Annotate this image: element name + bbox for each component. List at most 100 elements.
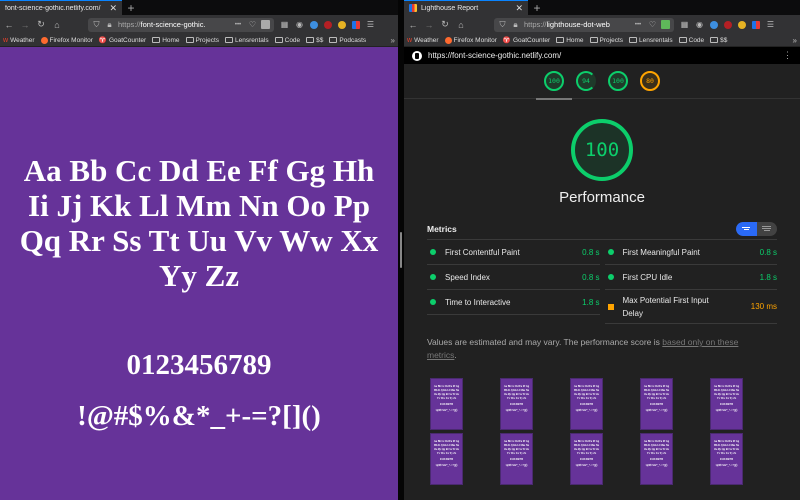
extension-multicolor-icon[interactable] — [752, 20, 760, 29]
score-performance[interactable]: 100 — [536, 71, 572, 100]
bookmark-projects[interactable]: Projects — [589, 37, 623, 44]
bookmarks-bar: w Weather Firefox Monitor ♈ GoatCounter Ho… — [404, 34, 800, 47]
bookmark-firefox-monitor[interactable]: Firefox Monitor — [444, 36, 497, 44]
page-actions-icon[interactable]: ••• — [632, 20, 644, 29]
url-bar[interactable]: ⛉ 🔒︎ https://lighthouse-dot-web ••• ♡ — [494, 17, 674, 32]
tab-font-science[interactable]: font-science-gothic.netlify.com/ ✕ — [0, 0, 122, 15]
hamburger-menu-icon[interactable]: ☰ — [766, 20, 775, 29]
pass-icon — [430, 249, 436, 255]
ublock-icon[interactable] — [324, 20, 332, 29]
pocket-icon[interactable]: ♡ — [248, 20, 257, 29]
pass-icon — [430, 299, 436, 305]
extension-icon[interactable] — [710, 20, 718, 29]
metric-first-cpu-idle: First CPU Idle 1.8 s — [604, 265, 777, 290]
folder-icon — [274, 37, 283, 43]
new-tab-button[interactable]: + — [122, 0, 140, 15]
report-menu-icon[interactable]: ⋮ — [783, 50, 792, 61]
score-seo[interactable]: 80 — [640, 71, 660, 91]
bookmark-weather[interactable]: w Weather — [407, 37, 439, 44]
metrics-view-toggle[interactable] — [736, 221, 778, 236]
forward-icon[interactable]: → — [20, 20, 30, 30]
bookmark-home[interactable]: Home — [152, 37, 180, 44]
metrics-header: Metrics — [427, 218, 777, 240]
lock-icon: 🔒︎ — [107, 19, 112, 29]
pocket-icon[interactable]: ♡ — [648, 20, 657, 29]
bookmark-podcasts[interactable]: Podcasts — [329, 37, 366, 44]
extension-multicolor-icon[interactable] — [352, 20, 360, 29]
home-icon[interactable]: ⌂ — [456, 20, 466, 30]
bookmark-code[interactable]: Code — [678, 37, 704, 44]
hamburger-menu-icon[interactable]: ☰ — [366, 20, 375, 29]
folder-icon — [556, 37, 565, 43]
bookmarks-overflow-icon[interactable]: » — [391, 36, 395, 45]
score-best-practices[interactable]: 100 — [608, 71, 628, 91]
back-icon[interactable]: ← — [4, 20, 14, 30]
expanded-view-icon[interactable] — [757, 222, 778, 236]
extension-gold-icon[interactable] — [738, 20, 746, 29]
symbols-specimen: !@#$%&*_+-=?[]() — [77, 400, 321, 432]
url-host: lighthouse-dot-web — [546, 20, 610, 29]
extension-icon[interactable] — [310, 20, 318, 29]
page-actions-icon[interactable]: ••• — [232, 20, 244, 29]
tab-lighthouse-report[interactable]: Lighthouse Report ✕ — [404, 0, 528, 15]
bookmark-projects[interactable]: Projects — [185, 37, 219, 44]
folder-icon — [629, 37, 638, 43]
reload-icon[interactable]: ↻ — [36, 19, 46, 30]
performance-section: 100 Performance — [404, 119, 800, 206]
tab-strip: Lighthouse Report ✕ + — [404, 0, 800, 15]
nav-bar: ← → ↻ ⌂ ⛉ 🔒︎ https://font-science-gothic… — [0, 15, 398, 34]
shield-icon[interactable]: ⛉ — [92, 20, 101, 29]
filmstrip-frame: Aa Bb Cc Dd Ee Ff Gg Hh Ii Jj Kk Ll Mm N… — [430, 433, 463, 485]
library-icon[interactable]: ▦ — [280, 20, 289, 29]
forward-icon[interactable]: → — [424, 20, 434, 30]
filmstrip-frame: Aa Bb Cc Dd Ee Ff Gg Hh Ii Jj Kk Ll Mm N… — [710, 378, 743, 430]
url-host: font-science-gothic. — [140, 20, 206, 29]
folder-icon — [329, 37, 338, 43]
pass-icon — [430, 274, 436, 280]
bookmark-weather[interactable]: w Weather — [3, 37, 35, 44]
bookmark-lensrentals[interactable]: Lensrentals — [225, 37, 269, 44]
bookmark-money[interactable]: $$ — [710, 37, 727, 44]
score-accessibility[interactable]: 94 — [576, 71, 596, 91]
account-icon[interactable]: ◉ — [695, 20, 704, 29]
qr-code-icon[interactable] — [261, 20, 270, 29]
category-scores: 100 94 100 80 — [404, 64, 800, 100]
filmstrip-frame: Aa Bb Cc Dd Ee Ff Gg Hh Ii Jj Kk Ll Mm N… — [640, 378, 673, 430]
back-icon[interactable]: ← — [408, 20, 418, 30]
bookmark-goatcounter[interactable]: ♈ GoatCounter — [99, 36, 146, 45]
bookmark-lensrentals[interactable]: Lensrentals — [629, 37, 673, 44]
account-icon[interactable]: ◉ — [295, 20, 304, 29]
url-bar[interactable]: ⛉ 🔒︎ https://font-science-gothic. ••• ♡ — [88, 17, 274, 32]
gauge-seo: 80 — [640, 71, 660, 91]
compact-view-icon[interactable] — [736, 221, 757, 236]
folder-icon — [589, 37, 598, 43]
ublock-icon[interactable] — [724, 20, 732, 29]
gauge-accessibility: 94 — [576, 71, 596, 91]
library-icon[interactable]: ▦ — [680, 20, 689, 29]
bookmark-money[interactable]: $$ — [306, 37, 323, 44]
filmstrip-frame: Aa Bb Cc Dd Ee Ff Gg Hh Ii Jj Kk Ll Mm N… — [430, 378, 463, 430]
bookmark-home[interactable]: Home — [556, 37, 584, 44]
reload-icon[interactable]: ↻ — [440, 19, 450, 30]
extension-gold-icon[interactable] — [338, 20, 346, 29]
bookmark-goatcounter[interactable]: ♈ GoatCounter — [503, 36, 550, 45]
folder-icon — [678, 37, 687, 43]
filmstrip-frame: Aa Bb Cc Dd Ee Ff Gg Hh Ii Jj Kk Ll Mm N… — [570, 433, 603, 485]
report-url: https://font-science-gothic.netlify.com/ — [428, 51, 562, 60]
close-tab-icon[interactable]: ✕ — [109, 3, 117, 14]
metric-speed-index: Speed Index 0.8 s — [427, 265, 600, 290]
pass-icon — [607, 274, 614, 280]
bookmark-firefox-monitor[interactable]: Firefox Monitor — [40, 36, 93, 44]
metric-first-contentful-paint: First Contentful Paint 0.8 s — [427, 240, 600, 265]
new-tab-button[interactable]: + — [528, 0, 546, 15]
home-icon[interactable]: ⌂ — [52, 20, 62, 30]
bookmarks-overflow-icon[interactable]: » — [793, 36, 797, 45]
shield-icon[interactable]: ⛉ — [498, 20, 507, 29]
alphabet-specimen: Aa Bb Cc Dd Ee Ff Gg Hh Ii Jj Kk Ll Mm N… — [19, 153, 379, 293]
font-specimen-page: Aa Bb Cc Dd Ee Ff Gg Hh Ii Jj Kk Ll Mm N… — [0, 47, 398, 500]
folder-icon — [710, 37, 719, 43]
divider-grip[interactable] — [400, 232, 402, 268]
close-tab-icon[interactable]: ✕ — [515, 3, 523, 14]
bookmark-code[interactable]: Code — [274, 37, 300, 44]
qr-code-icon[interactable] — [661, 20, 670, 29]
